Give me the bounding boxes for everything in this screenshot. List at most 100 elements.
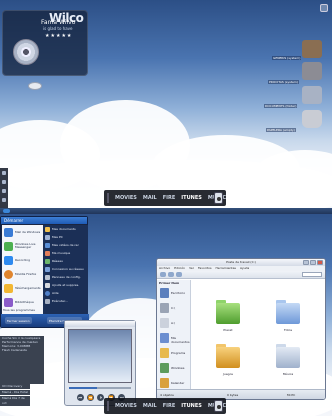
minimize-icon[interactable] <box>303 260 309 265</box>
speaker-icon[interactable] <box>214 192 223 204</box>
menu-herramientas[interactable]: Herramientas <box>216 266 236 271</box>
clock-time: 11:47 AM <box>314 195 329 199</box>
back-icon[interactable] <box>160 272 166 277</box>
start-menu-place[interactable]: Connexion au réseau <box>43 265 88 273</box>
media-player-window: ⏮ ⏪ ⏵ ⏩ ⏭ <box>64 320 136 406</box>
folder-item[interactable] <box>214 300 242 326</box>
calendar-icon <box>160 378 169 388</box>
system-info-panel: Coche Sin ir la cualquiera Performance d… <box>0 336 44 384</box>
dock-item-fire[interactable]: FIRE <box>160 403 179 409</box>
drive-icon <box>302 40 322 58</box>
start-menu-place[interactable]: Mes documents <box>43 225 88 233</box>
pictures-icon <box>276 303 300 324</box>
start-menu-item[interactable]: Téléchargements <box>2 281 43 295</box>
disc-icon <box>13 39 39 65</box>
menu-favoritos[interactable]: Favoritos <box>198 266 212 271</box>
start-menu-place[interactable]: Ajouts et suppres. <box>43 281 88 289</box>
task-item[interactable]: Mamá - Dia Hotel <box>0 390 30 395</box>
user-rating: ★★★★★ <box>45 33 73 39</box>
sidebar-item[interactable]: Mis documentos <box>157 331 190 346</box>
menu-ver[interactable]: Ver <box>189 266 194 271</box>
start-menu-place-label: Panneau de config. <box>52 275 81 279</box>
help-icon <box>45 290 50 296</box>
lock-icon[interactable] <box>320 4 328 12</box>
dock-bar: MOVIES MAIL FIRE ITUNES MUSIC <box>104 190 226 206</box>
start-menu-place-label: Mes PC <box>52 235 63 239</box>
menu-archivo[interactable]: Archivo <box>159 266 170 271</box>
start-menu-item[interactable]: Mail de Windows <box>2 225 43 239</box>
task-item[interactable]: Mamá Dia 7 de oct <box>0 396 30 406</box>
all-programs-link[interactable]: Tous les programmes <box>3 308 35 312</box>
folder-item[interactable] <box>274 344 302 370</box>
dock-item-movies[interactable]: MOVIES <box>112 403 140 409</box>
folder-icon <box>302 86 322 104</box>
messenger-icon <box>4 241 13 251</box>
start-menu-item-label: Mail de Windows <box>15 229 41 234</box>
dock-thumbnail[interactable] <box>107 193 109 203</box>
speaker-icon[interactable] <box>214 400 223 412</box>
dock-item-fire[interactable]: FIRE <box>160 195 179 201</box>
dock-item-itunes[interactable]: ITUNES <box>178 195 205 201</box>
dock-thumbnail[interactable] <box>107 401 109 411</box>
media-progress-bar[interactable] <box>69 387 131 389</box>
search-input[interactable] <box>302 272 322 277</box>
user-status: is glad to have <box>43 26 73 31</box>
desktop-icon-label: GENERIS (system) <box>272 56 302 60</box>
start-button[interactable] <box>3 209 10 213</box>
video-icon <box>45 242 50 248</box>
menu-edicion[interactable]: Edición <box>174 266 185 271</box>
sidebar-item[interactable]: Escritorio <box>157 286 190 301</box>
start-menu-item[interactable]: Recording <box>2 253 43 267</box>
maximize-icon[interactable] <box>310 260 316 265</box>
start-menu-item-label: Windows Live Messenger <box>15 242 36 249</box>
network-icon <box>45 258 50 264</box>
clock-date: Jeu 18 juil. 2006 à 4:57 <box>294 408 329 412</box>
music-icon <box>45 250 50 256</box>
sidebar-item[interactable]: Programs <box>157 346 190 361</box>
folder-item[interactable] <box>274 300 302 326</box>
start-menu-item[interactable]: Windows Live Messenger <box>2 239 43 253</box>
menu-ayuda[interactable]: Ayuda <box>240 266 249 271</box>
start-menu-place[interactable]: Mes vidéos de rec <box>43 241 88 249</box>
sidebar-item[interactable]: A:\ <box>157 316 190 331</box>
launcher-icon[interactable] <box>2 180 6 184</box>
start-menu-place[interactable]: Panneau de config. <box>43 273 88 281</box>
media-player-video[interactable] <box>68 329 132 383</box>
rewind-button[interactable]: ⏪ <box>87 393 95 401</box>
sidebar-item[interactable]: C:\ <box>157 301 190 316</box>
folder-icon <box>216 303 240 324</box>
dock-item-mail[interactable]: MAIL <box>140 195 160 201</box>
task-item[interactable]: UD Discovery <box>0 384 30 389</box>
user-profile-widget[interactable]: Wilco Fama Wilvo is glad to have ★★★★★ <box>2 10 88 76</box>
start-menu-place-label: Connexion au réseau <box>52 267 84 271</box>
folder-item[interactable] <box>214 344 242 370</box>
explorer-titlebar[interactable]: Poste de travail (C:) <box>157 259 325 266</box>
run-icon <box>45 298 50 304</box>
dock-item-itunes[interactable]: ITUNES <box>178 403 205 409</box>
launcher-icon[interactable] <box>2 189 6 193</box>
close-icon[interactable] <box>317 260 323 265</box>
previous-button[interactable]: ⏮ <box>76 393 84 401</box>
media-player-titlebar[interactable] <box>65 321 135 327</box>
up-folder-icon[interactable] <box>176 272 182 277</box>
forward-icon[interactable] <box>168 272 174 277</box>
launcher-icon[interactable] <box>2 198 6 202</box>
start-menu-place[interactable]: Réseau <box>43 257 88 265</box>
dock-bar: MOVIES MAIL FIRE ITUNES MUSIC <box>104 398 226 414</box>
status-size: 0 bytes <box>227 393 239 397</box>
start-menu-place[interactable]: Aide <box>43 289 88 297</box>
dock-item-movies[interactable]: MOVIES <box>112 195 140 201</box>
start-menu-places: Mes documents Mes PC Mes vidéos de rec M… <box>43 225 88 315</box>
games-icon <box>216 347 240 368</box>
drive-icon[interactable] <box>28 82 42 90</box>
log-off-button[interactable]: Fermer session <box>5 317 32 324</box>
start-menu-place[interactable]: Exécuter... <box>43 297 88 305</box>
start-menu-place[interactable]: Mes PC <box>43 233 88 241</box>
dock-item-mail[interactable]: MAIL <box>140 403 160 409</box>
start-menu-item[interactable]: Bibliothèque <box>2 295 43 309</box>
start-menu-place[interactable]: Ma musique <box>43 249 88 257</box>
launcher-icon[interactable] <box>2 171 6 175</box>
start-menu-item[interactable]: Mozilla Firefox <box>2 267 43 281</box>
sidebar-item[interactable]: Windows <box>157 361 190 376</box>
window-title: Poste de travail (C:) <box>226 260 256 264</box>
